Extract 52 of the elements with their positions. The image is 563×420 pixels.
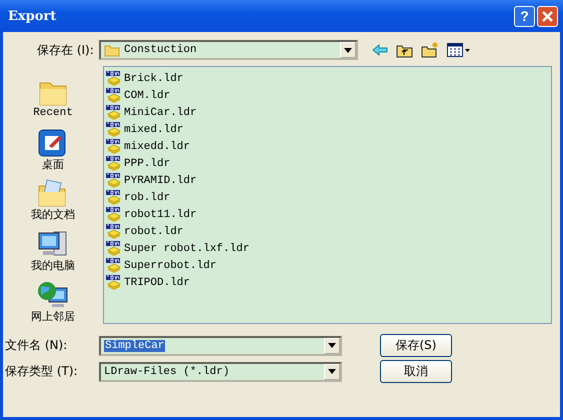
file-icon: [106, 190, 122, 205]
caret-icon: [328, 343, 336, 348]
file-item[interactable]: PYRAMID.ldr: [106, 172, 549, 189]
file-item[interactable]: robot.ldr: [106, 223, 549, 240]
back-arrow-icon[interactable]: [372, 44, 388, 56]
file-icon: [106, 258, 122, 273]
file-icon: [106, 241, 122, 256]
file-type-dropdown[interactable]: LDraw-Files (*.ldr): [99, 362, 342, 382]
file-icon: [106, 156, 122, 171]
file-icon: [106, 275, 122, 290]
file-icon: [106, 207, 122, 222]
file-item[interactable]: COM.ldr: [106, 87, 549, 104]
places-item[interactable]: 我的电脑: [3, 222, 103, 274]
file-type-label: 保存类型 (T):: [4, 363, 79, 380]
file-icon: [106, 139, 122, 154]
file-name-field[interactable]: SimpleCar: [99, 336, 342, 356]
file-item[interactable]: mixedd.ldr: [106, 138, 549, 155]
places-item[interactable]: 我的文档: [3, 172, 103, 222]
file-icon: [106, 122, 122, 137]
file-item[interactable]: PPP.ldr: [106, 155, 549, 172]
places-item[interactable]: Recent: [3, 70, 103, 121]
up-folder-icon[interactable]: [396, 42, 413, 58]
file-icon: [106, 105, 122, 120]
file-icon: [106, 173, 122, 188]
file-icon: [106, 88, 122, 103]
places-item[interactable]: 桌面: [3, 120, 103, 172]
caret-icon: [328, 369, 336, 374]
save-button[interactable]: 保存(S): [380, 334, 452, 357]
save-in-dropdown[interactable]: Constuction: [99, 40, 358, 60]
file-item[interactable]: rob.ldr: [106, 189, 549, 206]
caret-icon: [344, 48, 352, 52]
file-icon: [106, 71, 122, 86]
file-item[interactable]: robot11.ldr: [106, 206, 549, 223]
new-folder-icon[interactable]: [421, 42, 439, 58]
file-item[interactable]: MiniCar.ldr: [106, 104, 549, 121]
window-title: Export: [8, 8, 56, 24]
view-menu-icon[interactable]: [447, 43, 471, 57]
places-item[interactable]: 网上邻居: [3, 273, 103, 324]
network-computer-icon: [37, 280, 69, 310]
cancel-button[interactable]: 取消: [380, 360, 452, 383]
close-button[interactable]: [537, 6, 558, 26]
file-name-label: 文件名 (N):: [4, 337, 68, 354]
help-button[interactable]: ?: [514, 6, 535, 26]
file-item[interactable]: Brick.ldr: [106, 70, 549, 87]
file-item[interactable]: mixed.ldr: [106, 121, 549, 138]
file-item[interactable]: TRIPOD.ldr: [106, 274, 549, 291]
save-in-label: 保存在 (I):: [36, 42, 95, 58]
close-icon: [541, 10, 554, 22]
file-item[interactable]: Super robot.lxf.ldr: [106, 240, 549, 257]
folder-icon: [104, 44, 120, 56]
file-item[interactable]: Superrobot.ldr: [106, 257, 549, 274]
file-icon: [106, 224, 122, 239]
